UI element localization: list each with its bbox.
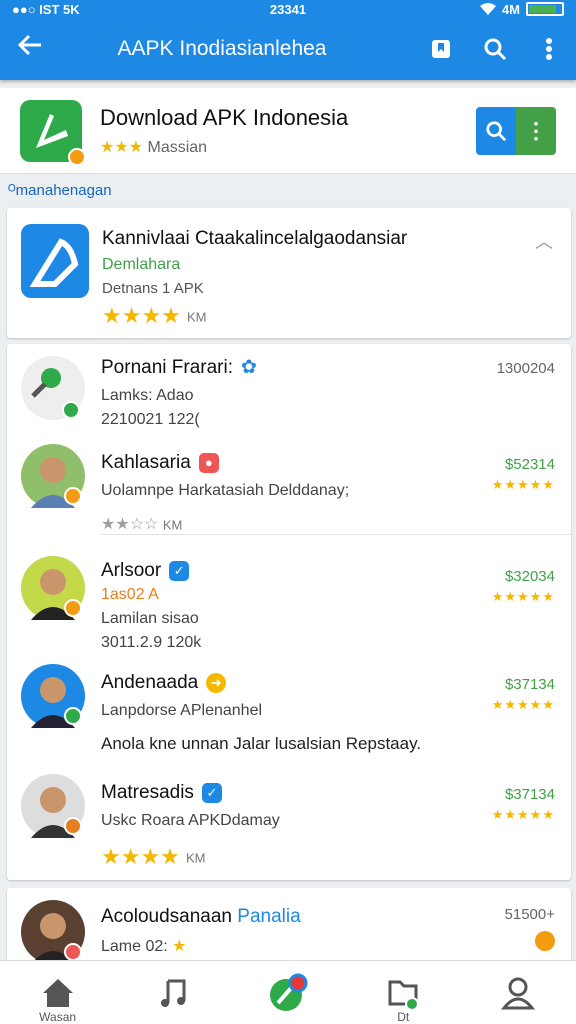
app-bar: AAPK Inodiasianlehea: [0, 18, 576, 80]
verified-icon: ✓: [169, 561, 190, 581]
item-name: Kahlasaria: [101, 452, 191, 473]
item-rating: ★★★★★: [491, 697, 555, 712]
item-name: Andenaada: [101, 672, 199, 693]
featured-stars: ★★★★: [102, 303, 181, 328]
app-logo-icon: [20, 99, 86, 166]
featured-stars-suffix: KM: [187, 309, 207, 325]
folder-icon: [388, 980, 420, 1010]
badge-icon: [535, 931, 555, 951]
item-rating: ★★★★★: [491, 477, 555, 492]
header-search-button[interactable]: [476, 106, 516, 155]
item-price: $32034: [504, 568, 555, 585]
list-item[interactable]: Andenaada ➜ Lanpdorse APlenanhel Anola kn…: [7, 664, 571, 764]
bottom-nav: Wasan Dt: [0, 960, 576, 1024]
list-item[interactable]: Matresadis ✓ Uskc Roara APKDdamay ★★★★ KM…: [7, 774, 571, 874]
section-label: ᴼmanahenagan: [8, 182, 112, 199]
item-line2: Lame 02:: [101, 938, 168, 955]
item-count: 1300204: [496, 360, 555, 377]
item-price: $37134: [504, 676, 555, 693]
nav-home-label: Wasan: [39, 1010, 77, 1024]
item-name: Matresadis: [101, 782, 194, 803]
nav-profile[interactable]: [461, 961, 576, 1024]
item-rating: ★★★★★: [491, 807, 555, 822]
avatar: [21, 444, 85, 508]
item-name: Pornani Frarari:: [101, 356, 233, 378]
status-bar: ●●○ IST 5K 23341 4M: [0, 0, 576, 18]
nav-files[interactable]: Dt: [346, 961, 461, 1024]
avatar: [21, 774, 85, 838]
avatar: [21, 556, 85, 620]
item-line3: Lamilan sisao: [101, 610, 199, 627]
item-line2: 1as02 A: [101, 586, 159, 603]
nav-center[interactable]: [230, 961, 345, 1024]
item-stars: ★★☆☆: [101, 516, 159, 533]
featured-meta: Detnans 1 APK: [102, 280, 204, 297]
avatar: [21, 664, 85, 728]
search-icon: [486, 120, 507, 141]
partial-card[interactable]: Acoloudsanaan Panalia Lame 02: ★ 51500+: [7, 888, 571, 968]
avatar: [21, 356, 85, 420]
signal-label: 4M: [501, 1, 520, 17]
list-item[interactable]: Kahlasaria ● Uolamnpe Harkatasiah Delddan…: [7, 444, 571, 544]
header-menu-button[interactable]: ⋮: [516, 106, 556, 155]
battery-icon: [526, 2, 564, 16]
list-item[interactable]: Pornani Frarari: ✿ Lamks: Adao 2210021 12…: [7, 356, 571, 446]
app-name: Download APK Indonesia: [100, 104, 349, 130]
home-icon: [42, 978, 73, 1007]
wifi-icon: [479, 3, 496, 15]
verified-icon: ✿: [241, 357, 257, 378]
nav-music[interactable]: [115, 961, 230, 1024]
status-right: 4M: [479, 1, 564, 17]
results-list: Pornani Frarari: ✿ Lamks: Adao 2210021 12…: [7, 344, 571, 880]
item-stars-suffix: KM: [186, 850, 206, 866]
divider: [101, 534, 571, 535]
arrow-left-icon: [17, 34, 41, 56]
featured-card[interactable]: Kannivlaai Ctaakalincelalgaodansiar Deml…: [7, 208, 571, 338]
featured-subtitle: Demlahara: [102, 256, 181, 273]
header-subtitle: Massian: [147, 138, 208, 156]
item-price: $52314: [504, 456, 555, 473]
nav-files-label: Dt: [397, 1010, 410, 1024]
featured-app-icon: [21, 224, 89, 298]
profile-icon: [501, 977, 536, 1009]
more-button[interactable]: [522, 37, 576, 61]
item-stars-suffix: KM: [162, 517, 183, 533]
item-line2: Uskc Roara APKDdamay: [101, 812, 280, 829]
item-stars: ★★★★: [101, 844, 180, 869]
header-stars: ★★★: [100, 138, 144, 156]
app-title: AAPK Inodiasianlehea: [117, 37, 327, 60]
item-line2: Lanpdorse APlenanhel: [101, 702, 263, 719]
list-item[interactable]: Arlsoor ✓ 1as02 A Lamilan sisao 3011.2.9 …: [7, 556, 571, 656]
back-button[interactable]: [0, 32, 60, 66]
badge-icon: ●: [198, 453, 219, 473]
item-line3: 2210021 122(: [101, 411, 200, 428]
verified-icon: ✓: [201, 783, 222, 803]
item-name-accent: Panalia: [237, 906, 301, 927]
item-rating: ★★★★★: [491, 589, 555, 604]
item-count: 51500+: [504, 906, 555, 923]
featured-title: Kannivlaai Ctaakalincelalgaodansiar: [102, 228, 408, 249]
item-line2: Lamks: Adao: [101, 387, 194, 404]
item-line4: 3011.2.9 120k: [101, 634, 202, 651]
bookmark-icon: [432, 40, 450, 58]
search-button[interactable]: [468, 37, 522, 61]
item-name: Acoloudsanaan: [101, 906, 232, 927]
music-note-icon: [160, 979, 186, 1007]
item-name: Arlsoor: [101, 560, 162, 581]
item-line3: Anola kne unnan Jalar lusalsian Repstaay…: [101, 734, 422, 753]
avatar: [21, 900, 85, 964]
badge-icon: ➜: [206, 673, 227, 693]
app-header: Download APK Indonesia ★★★ Massian ⋮: [0, 88, 576, 174]
search-icon: [484, 38, 507, 61]
collapse-chevron-icon[interactable]: ︿: [535, 228, 553, 254]
nav-home[interactable]: Wasan: [0, 961, 115, 1024]
item-line2: Uolamnpe Harkatasiah Delddanay;: [101, 482, 350, 499]
item-price: $37134: [504, 786, 555, 803]
bookmark-button[interactable]: [414, 38, 468, 60]
more-vertical-icon: [546, 38, 552, 60]
app-center-icon: [270, 973, 308, 1011]
